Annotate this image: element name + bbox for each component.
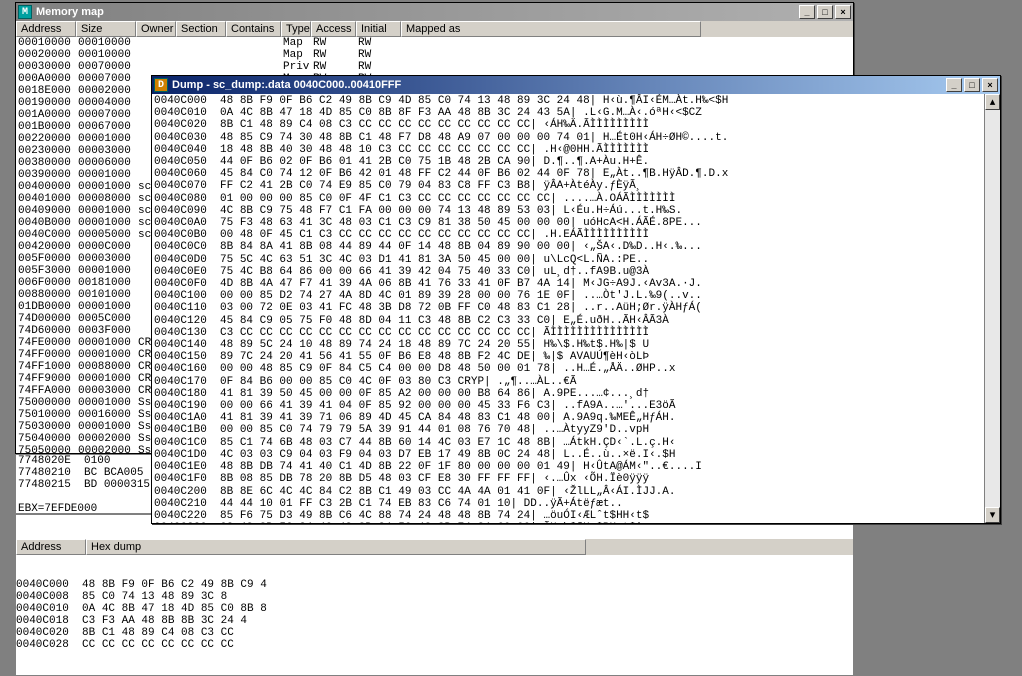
dump-scrollbar[interactable]: ▴ ▾ <box>984 94 1000 523</box>
column-header[interactable]: Size <box>76 21 136 37</box>
column-header[interactable]: Type <box>281 21 311 37</box>
bottom-dump-lines: 0040C000 48 8B F9 0F B6 C2 49 8B C9 4 00… <box>16 579 853 651</box>
dump-content: 0040C000 48 8B F9 0F B6 C2 49 8B C9 4D 8… <box>152 94 1000 523</box>
minimize-button[interactable]: _ <box>799 5 815 19</box>
bottom-dump-panel[interactable]: AddressHex dump 0040C000 48 8B F9 0F B6 … <box>15 514 854 676</box>
bottom-dump-headers[interactable]: AddressHex dump <box>16 539 853 555</box>
memmap-icon: M <box>18 5 32 19</box>
scroll-track[interactable] <box>985 110 1000 507</box>
memmap-headers[interactable]: AddressSizeOwnerSectionContainsTypeAcces… <box>16 21 853 37</box>
column-header[interactable]: Section <box>176 21 226 37</box>
dump-titlebar[interactable]: D Dump - sc_dump:.data 0040C000..00410FF… <box>152 76 1000 94</box>
memmap-titlebar[interactable]: M Memory map _ □ × <box>16 3 853 21</box>
minimize-button[interactable]: _ <box>946 78 962 92</box>
memmap-row[interactable]: 0001000000010000MapRWRW <box>18 37 853 49</box>
column-header[interactable]: Address <box>16 21 76 37</box>
memmap-title: Memory map <box>36 6 797 18</box>
dump-hex-area[interactable]: 0040C000 48 8B F9 0F B6 C2 49 8B C9 4D 8… <box>152 94 984 523</box>
close-button[interactable]: × <box>982 78 998 92</box>
column-header[interactable]: Mapped as <box>401 21 701 37</box>
dump-window: D Dump - sc_dump:.data 0040C000..00410FF… <box>151 75 1001 524</box>
dump-title: Dump - sc_dump:.data 0040C000..00410FFF <box>172 79 944 91</box>
column-header[interactable]: Initial <box>356 21 401 37</box>
column-header[interactable]: Owner <box>136 21 176 37</box>
scroll-up-button[interactable]: ▴ <box>985 94 1000 110</box>
memmap-row[interactable]: 0003000000070000PrivRWRW <box>18 61 853 73</box>
maximize-button[interactable]: □ <box>817 5 833 19</box>
maximize-button[interactable]: □ <box>964 78 980 92</box>
column-header[interactable]: Access <box>311 21 356 37</box>
memmap-row[interactable]: 0002000000010000MapRWRW <box>18 49 853 61</box>
column-header[interactable]: Address <box>16 539 86 555</box>
column-header[interactable]: Hex dump <box>86 539 586 555</box>
scroll-down-button[interactable]: ▾ <box>985 507 1000 523</box>
column-header[interactable]: Contains <box>226 21 281 37</box>
dump-icon: D <box>154 78 168 92</box>
close-button[interactable]: × <box>835 5 851 19</box>
